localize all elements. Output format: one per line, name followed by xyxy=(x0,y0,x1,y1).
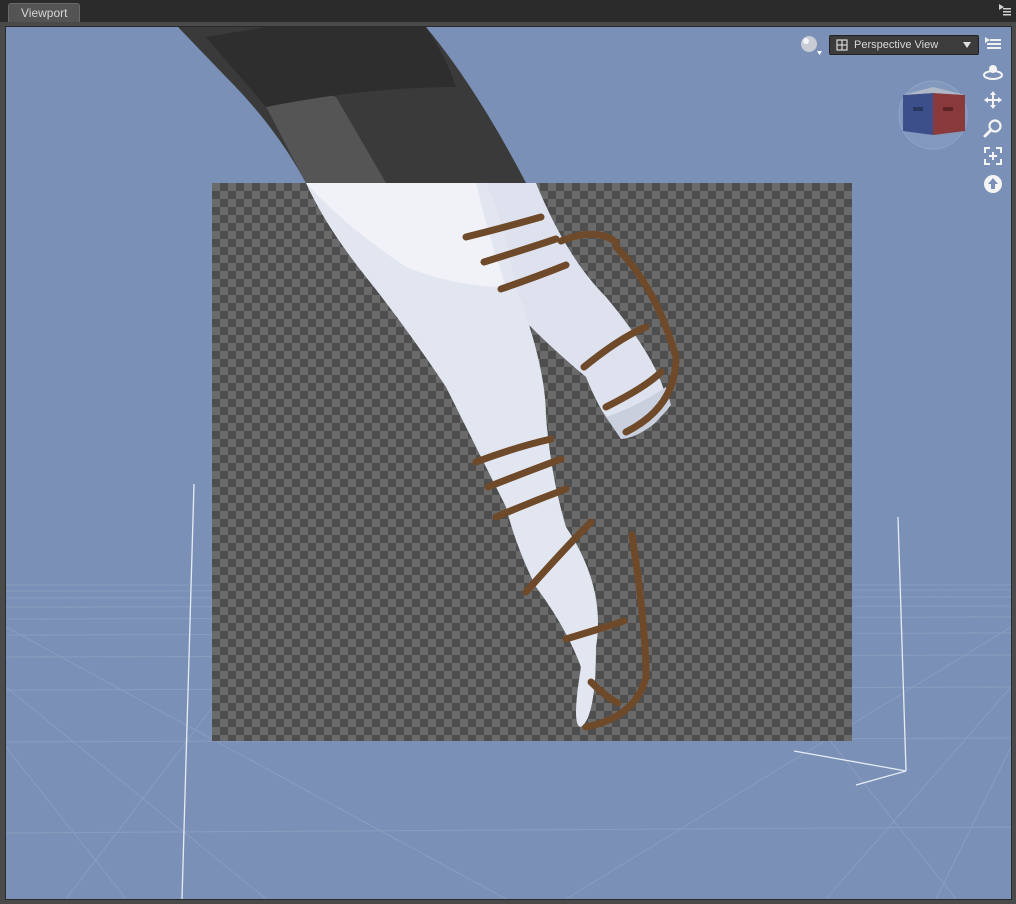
list-icon xyxy=(985,37,1001,49)
pan-button[interactable] xyxy=(982,89,1004,111)
chevron-down-icon xyxy=(963,42,971,48)
zoom-button[interactable] xyxy=(982,117,1004,139)
view-selector[interactable]: Perspective View xyxy=(829,35,979,55)
sphere-icon xyxy=(801,36,822,55)
tab-viewport[interactable]: Viewport xyxy=(8,3,81,23)
view-menu-button[interactable] xyxy=(982,33,1004,55)
frame-button[interactable] xyxy=(982,145,1004,167)
viewport-canvas[interactable]: Perspective View xyxy=(5,26,1012,900)
draw-style-button[interactable] xyxy=(799,34,823,56)
zoom-icon xyxy=(983,119,1002,138)
orbit-button[interactable] xyxy=(982,61,1004,83)
view-selector-label: Perspective View xyxy=(854,39,939,51)
reset-view-button[interactable] xyxy=(982,173,1004,195)
panel-options-icon[interactable] xyxy=(998,3,1012,17)
viewport-top-controls: Perspective View xyxy=(799,34,979,56)
move-icon xyxy=(984,91,1002,109)
figure-render xyxy=(178,27,680,731)
navigation-toolbar xyxy=(981,33,1005,195)
navigation-cube-icon xyxy=(898,80,968,150)
frame-icon xyxy=(984,147,1002,165)
panel-tab-bar: Viewport xyxy=(0,0,1016,23)
navigation-cube[interactable] xyxy=(895,77,971,153)
orbit-icon xyxy=(983,65,1003,80)
reset-icon xyxy=(984,175,1002,193)
camera-icon xyxy=(836,39,848,51)
